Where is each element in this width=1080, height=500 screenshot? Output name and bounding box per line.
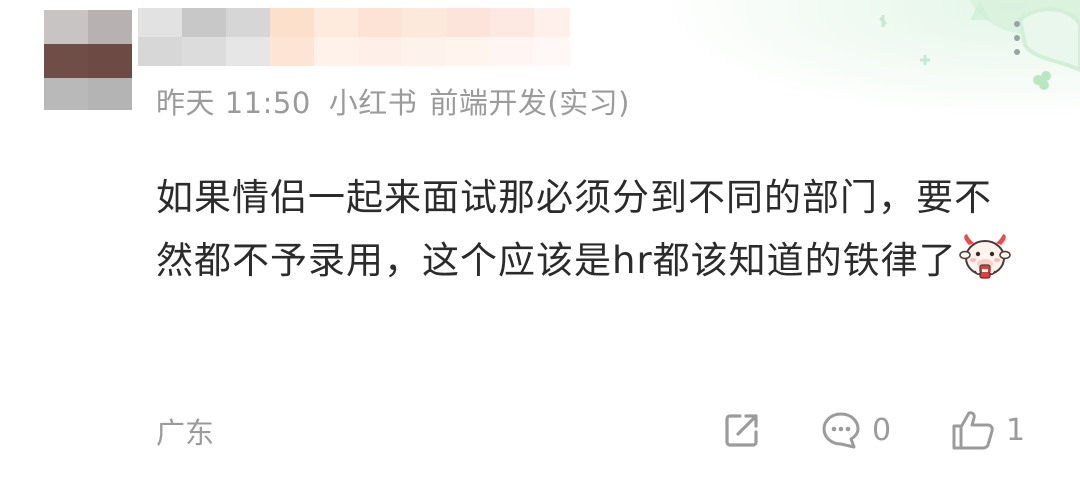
- username-blurred[interactable]: [138, 8, 570, 66]
- thumbs-up-icon: [952, 411, 994, 450]
- more-vertical-icon[interactable]: [1000, 14, 1034, 62]
- share-button[interactable]: [722, 408, 762, 452]
- like-count: 1: [1006, 412, 1026, 448]
- comment-time: 昨天 11:50: [156, 86, 311, 120]
- comment-body: 如果情侣一起来面试那必须分到不同的部门，要不然都不予录用，这个应该是hr都该知道…: [156, 166, 1026, 292]
- comment-text: 如果情侣一起来面试那必须分到不同的部门，要不然都不予录用，这个应该是hr都该知道…: [156, 176, 992, 282]
- reply-count: 0: [872, 412, 892, 448]
- reply-button[interactable]: 0: [820, 408, 891, 452]
- comment-position: 前端开发(实习): [429, 86, 630, 120]
- cow-emoji-icon: [958, 234, 1011, 279]
- comment-company: 小红书: [328, 86, 418, 120]
- avatar[interactable]: [44, 10, 132, 110]
- share-icon: [725, 414, 758, 447]
- comment-meta: 昨天 11:50 小红书 前端开发(实习): [156, 80, 648, 122]
- like-button[interactable]: 1: [950, 408, 1025, 452]
- comment-icon: [822, 412, 860, 449]
- location-label: 广东: [156, 416, 215, 450]
- comment-card: 昨天 11:50 小红书 前端开发(实习) 如果情侣一起来面试那必须分到不同的部门，…: [0, 0, 1080, 500]
- comment-footer: 广东 0 1: [156, 408, 1036, 452]
